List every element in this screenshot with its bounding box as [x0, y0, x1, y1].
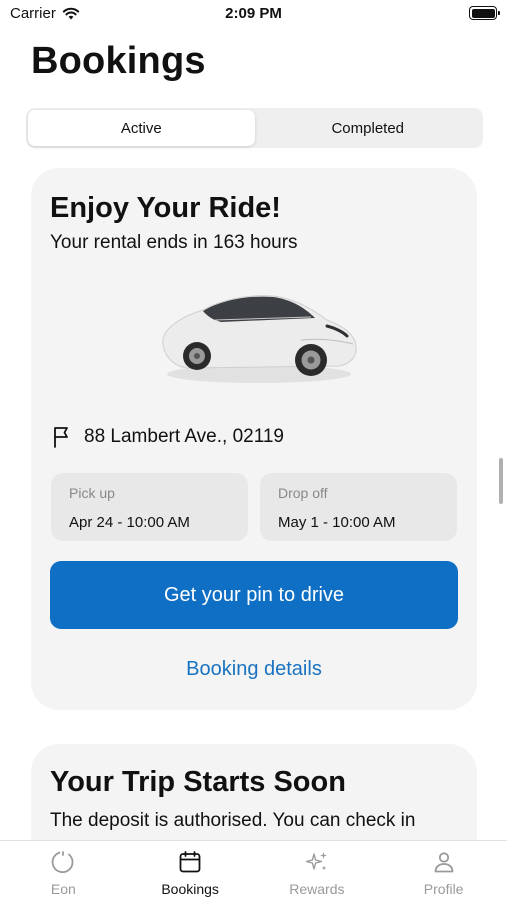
upcoming-booking-subtitle: The deposit is authorised. You can check… — [50, 810, 416, 831]
calendar-icon — [177, 849, 203, 875]
pickup-location: 88 Lambert Ave., 02119 — [52, 426, 284, 448]
dropoff-label: Drop off — [278, 485, 328, 501]
get-pin-button[interactable]: Get your pin to drive — [50, 561, 458, 629]
pickup-time-box: Pick up Apr 24 - 10:00 AM — [51, 473, 248, 541]
address-text: 88 Lambert Ave., 02119 — [84, 426, 285, 447]
dropoff-value: May 1 - 10:00 AM — [278, 514, 396, 531]
sparkles-icon — [304, 849, 330, 875]
tab-bookings-label: Bookings — [161, 881, 219, 897]
active-booking-card: Enjoy Your Ride! Your rental ends in 163… — [31, 168, 477, 710]
tab-profile-label: Profile — [423, 881, 464, 897]
scroll-indicator[interactable] — [499, 458, 503, 504]
flag-icon — [54, 427, 68, 448]
status-bar: Carrier 2:09 PM — [0, 0, 507, 30]
pickup-label: Pick up — [69, 485, 115, 501]
tab-eon[interactable]: Eon — [0, 841, 127, 900]
loading-circle-icon — [50, 849, 76, 875]
battery-icon — [469, 6, 500, 20]
pickup-value: Apr 24 - 10:00 AM — [69, 514, 190, 531]
tab-rewards[interactable]: Rewards — [254, 841, 381, 900]
car-image — [162, 295, 357, 383]
upcoming-booking-title: Your Trip Starts Soon — [50, 766, 346, 798]
clock: 2:09 PM — [225, 5, 282, 22]
bottom-tab-bar: Eon Bookings Rewards Profile — [0, 840, 507, 900]
booking-details-link[interactable]: Booking details — [31, 658, 477, 681]
tab-active[interactable]: Active — [28, 110, 255, 146]
dropoff-time-box: Drop off May 1 - 10:00 AM — [260, 473, 457, 541]
booking-subtitle: Your rental ends in 163 hours — [50, 232, 298, 253]
tab-eon-label: Eon — [50, 881, 76, 897]
tab-bookings[interactable]: Bookings — [127, 841, 254, 900]
tab-rewards-label: Rewards — [289, 881, 345, 897]
booking-title: Enjoy Your Ride! — [50, 192, 281, 224]
tab-completed[interactable]: Completed — [255, 110, 482, 146]
person-icon — [431, 849, 457, 875]
page-title: Bookings — [31, 40, 206, 82]
tab-profile[interactable]: Profile — [380, 841, 507, 900]
booking-status-segmented-control: Active Completed — [26, 108, 483, 148]
